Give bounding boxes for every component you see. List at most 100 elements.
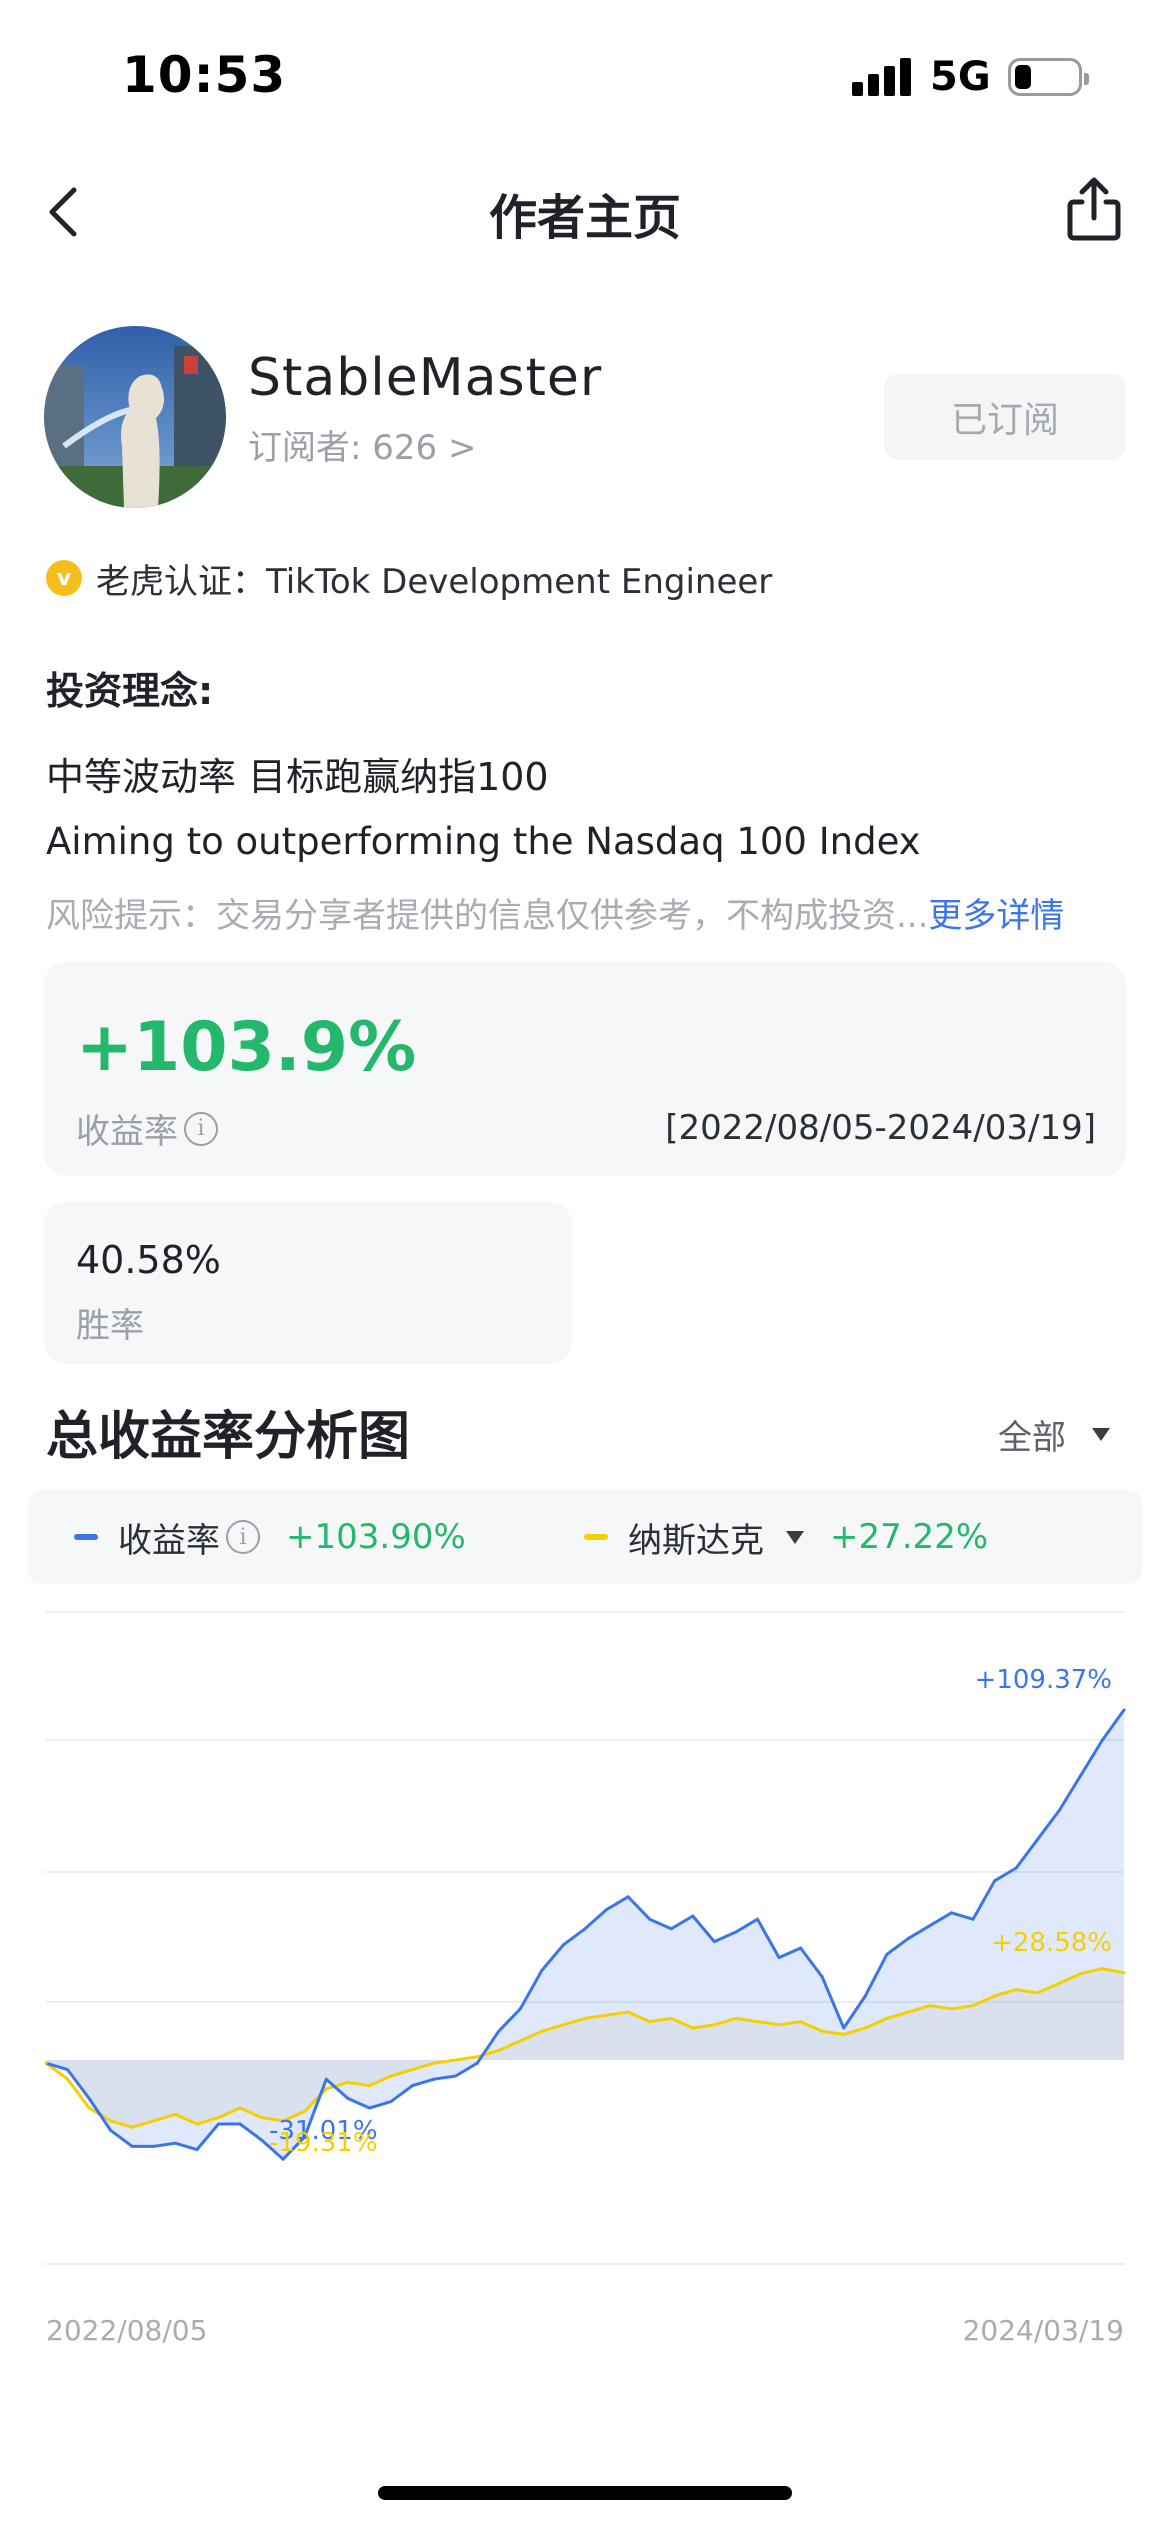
nasdaq-point — [820, 2029, 824, 2033]
nasdaq-point — [993, 1994, 997, 1998]
return-point — [1100, 1738, 1104, 1742]
nasdaq-point — [44, 2061, 48, 2065]
return-point — [820, 1975, 824, 1979]
return-chart[interactable]: -31.01%+109.37%-19.31%+28.58% — [0, 1600, 1170, 2320]
return-point — [1036, 1837, 1040, 1841]
philosophy-line-1: 中等波动率 目标跑赢纳指100 — [46, 755, 549, 799]
network-type: 5G — [930, 54, 991, 100]
caret-down-icon[interactable] — [786, 1530, 804, 1544]
range-selector-label: 全部 — [998, 1418, 1066, 1458]
return-point — [712, 1940, 716, 1944]
x-axis-start-label: 2022/08/05 — [46, 2314, 208, 2347]
nasdaq-point — [734, 2016, 738, 2020]
avatar[interactable] — [44, 326, 226, 508]
risk-text: 风险提示：交易分享者提供的信息仅供参考，不构成投资... — [46, 896, 929, 936]
more-details-link[interactable]: 更多详情 — [928, 896, 1064, 936]
return-point — [346, 2096, 350, 2100]
return-area — [46, 1710, 1124, 2160]
return-point — [928, 1924, 932, 1928]
nasdaq-point — [842, 2032, 846, 2036]
x-axis-end-label: 2024/03/19 — [962, 2314, 1124, 2347]
verified-badge-icon: v — [46, 560, 82, 596]
return-point — [1014, 1866, 1018, 1870]
return-point — [152, 2144, 156, 2148]
battery-icon — [1008, 58, 1089, 96]
return-point — [454, 2074, 458, 2078]
nasdaq-point — [1036, 1991, 1040, 1995]
nasdaq-point — [669, 2016, 673, 2020]
nasdaq-point — [1122, 1971, 1126, 1975]
nasdaq-point — [475, 2055, 479, 2059]
share-icon[interactable] — [1064, 176, 1124, 242]
risk-disclaimer: 风险提示：交易分享者提供的信息仅供参考，不构成投资...更多详情 — [46, 888, 1064, 937]
nasdaq-point — [540, 2029, 544, 2033]
caret-down-icon — [1092, 1428, 1110, 1441]
return-point — [971, 1917, 975, 1921]
return-date-range: [2022/08/05-2024/03/19] — [665, 1108, 1096, 1148]
philosophy-line-2: Aiming to outperforming the Nasdaq 100 I… — [46, 820, 921, 863]
return-point — [195, 2148, 199, 2152]
nasdaq-point — [1100, 1967, 1104, 1971]
return-point — [109, 2128, 113, 2132]
info-icon[interactable]: i — [184, 1111, 218, 1146]
return-point — [691, 1914, 695, 1918]
subscribe-button[interactable]: 已订阅 — [884, 374, 1126, 460]
return-point — [669, 1927, 673, 1931]
nasdaq-point — [109, 2119, 113, 2123]
nasdaq-point — [432, 2061, 436, 2065]
return-point — [173, 2141, 177, 2145]
nasdaq-point — [216, 2116, 220, 2120]
nasdaq-point — [1014, 1988, 1018, 1992]
legend-item-nasdaq[interactable]: 纳斯达克 +27.22% — [584, 1490, 988, 1584]
nasdaq-annotation: -19.31% — [269, 2128, 378, 2158]
verification-text: 老虎认证：TikTok Development Engineer — [96, 561, 773, 602]
return-point — [863, 1994, 867, 1998]
nasdaq-point — [303, 2109, 307, 2113]
info-icon[interactable]: i — [226, 1520, 260, 1554]
nasdaq-point — [777, 2023, 781, 2027]
return-point — [475, 2061, 479, 2065]
return-point — [130, 2144, 134, 2148]
winrate-card: 40.58% 胜率 — [44, 1202, 572, 1364]
return-point — [799, 1946, 803, 1950]
return-point — [605, 1908, 609, 1912]
return-label-row: 收益率 i — [76, 1104, 218, 1153]
return-annotation: +109.37% — [975, 1665, 1112, 1695]
return-label: 收益率 — [76, 1112, 178, 1152]
philosophy-heading: 投资理念: — [46, 669, 214, 713]
nav-bar: 作者主页 — [0, 160, 1170, 260]
nasdaq-point — [324, 2087, 328, 2091]
return-point — [87, 2096, 91, 2100]
return-point — [66, 2068, 70, 2072]
return-point — [1079, 1773, 1083, 1777]
status-time: 10:53 — [122, 46, 287, 104]
return-point — [432, 2077, 436, 2081]
nasdaq-point — [346, 2080, 350, 2084]
nasdaq-point — [648, 2020, 652, 2024]
return-point — [238, 2122, 242, 2126]
range-selector[interactable]: 全部 — [998, 1410, 1110, 1459]
page-title: 作者主页 — [488, 190, 681, 246]
legend-value-return: +103.90% — [286, 1517, 466, 1557]
nasdaq-point — [605, 2013, 609, 2017]
nasdaq-point — [497, 2048, 501, 2052]
legend-value-nasdaq: +27.22% — [830, 1517, 989, 1557]
return-value: +103.9% — [76, 1008, 417, 1087]
return-point — [561, 1943, 565, 1947]
return-point — [389, 2100, 393, 2104]
chart-legend: 收益率 i +103.90% 纳斯达克 +27.22% — [28, 1490, 1142, 1584]
nasdaq-point — [260, 2116, 264, 2120]
signal-strength-icon — [852, 56, 912, 96]
nasdaq-point — [906, 2010, 910, 2014]
nasdaq-point — [626, 2010, 630, 2014]
home-indicator — [378, 2486, 792, 2500]
return-point — [518, 2007, 522, 2011]
nasdaq-point — [712, 2023, 716, 2027]
nasdaq-point — [195, 2122, 199, 2126]
nasdaq-point — [411, 2068, 415, 2072]
subscriber-count-link[interactable]: 订阅者: 626 > — [248, 420, 476, 469]
winrate-label: 胜率 — [76, 1306, 144, 1346]
nasdaq-point — [583, 2016, 587, 2020]
return-point — [842, 2026, 846, 2030]
return-point — [755, 1917, 759, 1921]
